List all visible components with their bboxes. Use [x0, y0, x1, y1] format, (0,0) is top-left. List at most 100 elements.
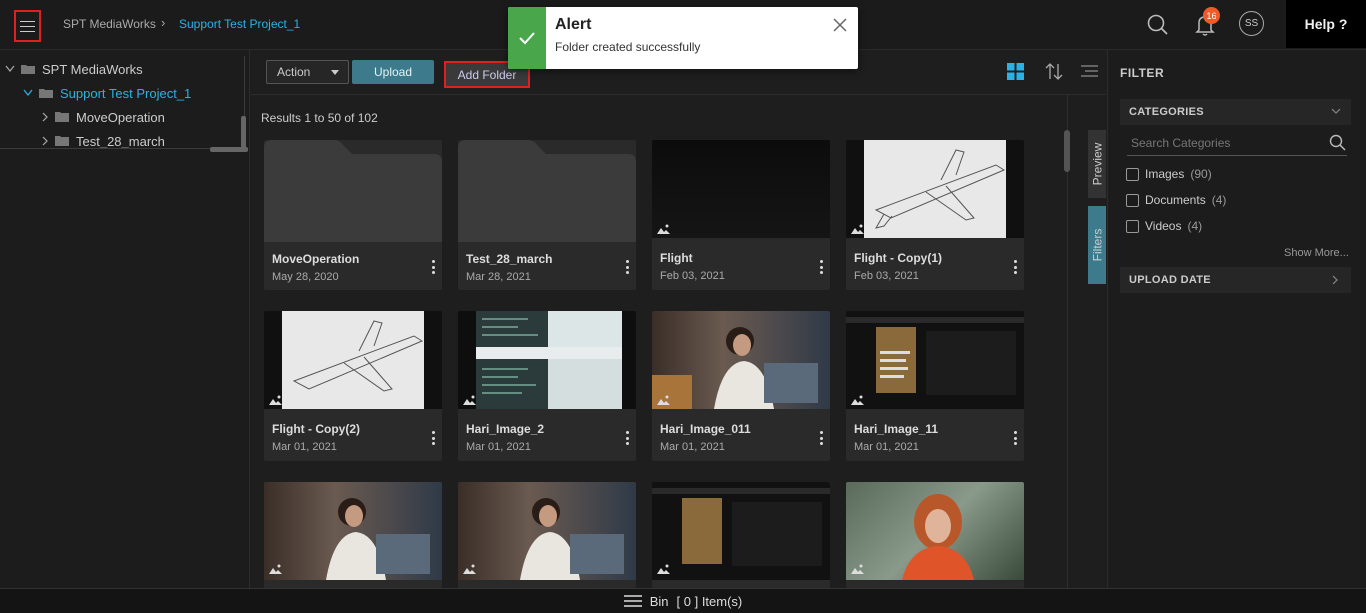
card-date: May 28, 2020	[272, 271, 339, 283]
card-name: Hari_Image_011	[660, 422, 751, 436]
card-thumbnail	[264, 311, 442, 409]
option-label: Videos	[1145, 219, 1182, 233]
more-options-icon[interactable]	[1013, 260, 1017, 274]
upload-date-label: UPLOAD DATE	[1129, 274, 1211, 286]
chevron-right-icon[interactable]	[41, 136, 49, 146]
image-card-flight-copy-1[interactable]: Flight - Copy(1) Feb 03, 2021	[846, 140, 1024, 290]
filter-option-images[interactable]: Images (90)	[1126, 167, 1212, 181]
more-options-icon[interactable]	[819, 431, 823, 445]
tree-item-label: SPT MediaWorks	[42, 61, 143, 77]
image-type-icon	[851, 395, 864, 405]
card-date: Mar 01, 2021	[466, 441, 531, 453]
more-options-icon[interactable]	[625, 431, 629, 445]
more-options-icon[interactable]	[1013, 431, 1017, 445]
tree-divider	[0, 148, 244, 149]
grid-view-icon[interactable]	[1007, 63, 1024, 80]
filter-panel	[1107, 50, 1366, 588]
list-view-icon[interactable]	[1081, 65, 1098, 78]
chevron-right-icon[interactable]	[41, 112, 49, 122]
alert-title: Alert	[555, 16, 592, 33]
tree-vertical-scrollbar[interactable]	[241, 116, 246, 152]
image-type-icon	[269, 564, 282, 574]
image-type-icon	[463, 564, 476, 574]
bin-bar[interactable]: Bin [ 0 ] Item(s)	[0, 588, 1366, 613]
breadcrumb-current[interactable]: Support Test Project_1	[179, 17, 300, 31]
help-button[interactable]: Help ?	[1286, 0, 1366, 48]
image-card-hari-image-2[interactable]: Hari_Image_2 Mar 01, 2021	[458, 311, 636, 461]
image-card-row3-2[interactable]	[458, 482, 636, 588]
checkbox[interactable]	[1126, 219, 1139, 233]
card-date: Mar 28, 2021	[466, 271, 531, 283]
card-thumbnail	[652, 311, 830, 409]
tree-item-root[interactable]: SPT MediaWorks	[5, 59, 143, 79]
card-thumbnail	[846, 482, 1024, 580]
card-thumbnail	[652, 140, 830, 238]
image-card-flight-copy-2[interactable]: Flight - Copy(2) Mar 01, 2021	[264, 311, 442, 461]
more-options-icon[interactable]	[819, 260, 823, 274]
hamburger-menu-button[interactable]	[14, 10, 41, 42]
search-icon[interactable]	[1329, 134, 1346, 151]
more-options-icon[interactable]	[431, 431, 435, 445]
action-dropdown[interactable]: Action	[266, 60, 349, 84]
breadcrumb-root[interactable]: SPT MediaWorks	[63, 17, 156, 31]
sort-icon[interactable]	[1045, 62, 1063, 81]
image-card-hari-image-11[interactable]: Hari_Image_11 Mar 01, 2021	[846, 311, 1024, 461]
filter-option-documents[interactable]: Documents (4)	[1126, 193, 1226, 207]
card-date: Feb 03, 2021	[854, 270, 919, 282]
search-icon[interactable]	[1145, 12, 1171, 38]
hamburger-icon	[623, 595, 642, 607]
dark-screen-image	[846, 317, 1024, 395]
card-name: Flight - Copy(2)	[272, 422, 360, 436]
card-date: Feb 03, 2021	[660, 270, 725, 282]
tab-filters[interactable]: Filters	[1088, 206, 1106, 284]
card-name: Test_28_march	[466, 252, 553, 266]
image-card-row3-4[interactable]	[846, 482, 1024, 588]
user-avatar[interactable]: SS	[1239, 11, 1264, 36]
breadcrumb-separator-icon: ›	[161, 15, 166, 30]
filter-option-videos[interactable]: Videos (4)	[1126, 219, 1202, 233]
tree-item-project[interactable]: Support Test Project_1	[23, 83, 191, 103]
woman-laptop-image	[520, 498, 624, 580]
card-date: Mar 01, 2021	[854, 441, 919, 453]
close-icon[interactable]	[832, 17, 848, 33]
tree-item-moveoperation[interactable]: MoveOperation	[41, 107, 165, 127]
tab-preview-label: Preview	[1090, 142, 1104, 186]
card-name: Flight - Copy(1)	[854, 251, 942, 265]
categories-section-header[interactable]: CATEGORIES	[1120, 99, 1351, 125]
card-thumbnail	[458, 482, 636, 580]
upload-date-section-header[interactable]: UPLOAD DATE	[1120, 267, 1351, 293]
alert-toast: Alert Folder created successfully	[508, 7, 858, 69]
image-type-icon	[657, 224, 670, 234]
image-card-flight[interactable]: Flight Feb 03, 2021	[652, 140, 830, 290]
more-options-icon[interactable]	[431, 260, 435, 274]
image-type-icon	[657, 564, 670, 574]
filter-title: FILTER	[1120, 66, 1165, 80]
image-card-row3-3[interactable]	[652, 482, 830, 588]
woman-laptop-image	[326, 498, 430, 580]
more-options-icon[interactable]	[625, 260, 629, 274]
folder-card-moveoperation[interactable]: MoveOperation May 28, 2020	[264, 140, 442, 290]
chevron-down-icon	[1331, 108, 1341, 114]
chevron-down-icon[interactable]	[23, 89, 33, 97]
checkbox[interactable]	[1126, 193, 1139, 207]
upload-button[interactable]: Upload	[352, 60, 434, 84]
card-date: Mar 01, 2021	[272, 441, 337, 453]
category-search-input[interactable]: Search Categories	[1127, 132, 1347, 156]
card-date: Mar 01, 2021	[660, 441, 725, 453]
airplane-image	[282, 311, 424, 409]
image-type-icon	[851, 224, 864, 234]
card-thumbnail	[846, 311, 1024, 409]
content-scrollbar[interactable]	[1064, 130, 1070, 172]
card-thumbnail	[652, 482, 830, 580]
notification-badge: 16	[1203, 7, 1220, 24]
woman-portrait-image	[902, 494, 974, 580]
show-more-link[interactable]: Show More...	[1284, 247, 1349, 259]
checkbox[interactable]	[1126, 167, 1139, 181]
image-card-hari-image-011[interactable]: Hari_Image_011 Mar 01, 2021	[652, 311, 830, 461]
image-card-row3-1[interactable]	[264, 482, 442, 588]
card-name: Flight	[660, 251, 693, 265]
folder-card-test-28-march[interactable]: Test_28_march Mar 28, 2021	[458, 140, 636, 290]
tab-preview[interactable]: Preview	[1088, 130, 1106, 198]
chevron-down-icon[interactable]	[5, 65, 15, 73]
folder-icon	[458, 140, 636, 242]
